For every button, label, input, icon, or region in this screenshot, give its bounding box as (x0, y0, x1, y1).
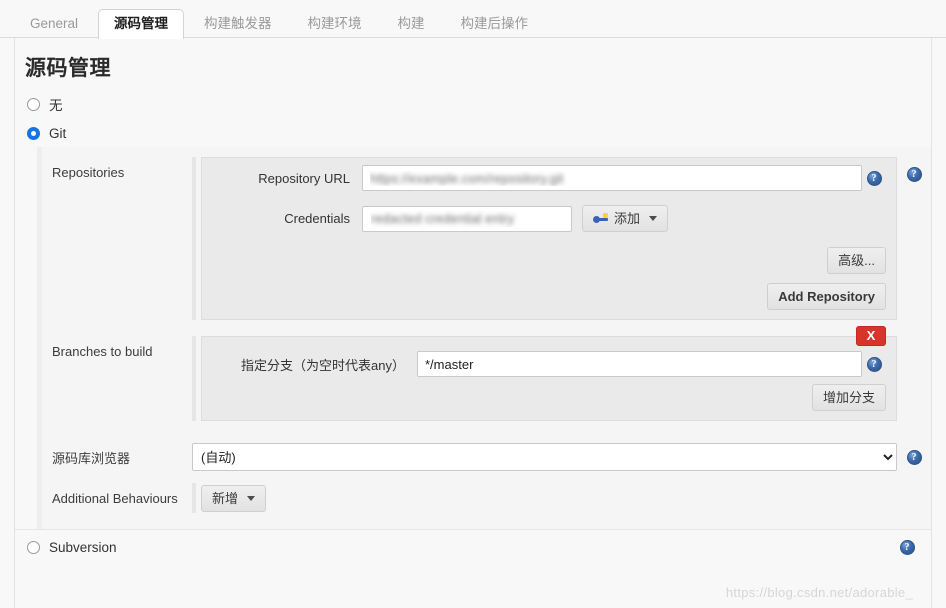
help-icon-branch-specifier[interactable]: ? (866, 356, 882, 372)
repositories-accent-bar (192, 157, 196, 320)
additional-behaviours-label: Additional Behaviours (52, 490, 178, 506)
branches-accent-bar (192, 336, 196, 421)
page-body: 源码管理 无 Git Repositories Repository URL h… (0, 38, 946, 608)
radio-none[interactable] (27, 97, 40, 111)
tab-source-control[interactable]: 源码管理 (98, 8, 185, 39)
help-icon-repository-url[interactable]: ? (866, 170, 882, 186)
repository-browser-row: 源码库浏览器 (自动) ? (42, 437, 931, 477)
scm-option-none-label: 无 (49, 98, 63, 113)
add-repository-row: Add Repository (202, 283, 896, 319)
repositories-panel: Repository URL ? Credentials redacted cr… (201, 157, 897, 320)
branch-specifier-row: 指定分支（为空时代表any） ? (202, 337, 896, 384)
help-icon-repositories[interactable]: ? (906, 167, 922, 182)
credentials-label: Credentials (284, 211, 350, 226)
advanced-button[interactable]: 高级... (827, 247, 886, 274)
tab-build-triggers[interactable]: 构建触发器 (188, 9, 288, 39)
branch-specifier-input[interactable] (417, 351, 862, 377)
add-behaviour-button[interactable]: 新增 (201, 484, 267, 512)
branches-row: Branches to build X 指定分支（为空时代表any） ? 增加分… (42, 326, 931, 421)
add-branch-button[interactable]: 增加分支 (811, 384, 886, 411)
branches-help-wrap (897, 336, 931, 346)
branch-specifier-label: 指定分支（为空时代表any） (241, 357, 405, 373)
branches-panel: X 指定分支（为空时代表any） ? 增加分支 (201, 326, 897, 421)
tab-post-build[interactable]: 构建后操作 (445, 9, 545, 39)
scm-option-subversion[interactable]: Subversion ? (15, 530, 931, 561)
branches-label: Branches to build (52, 344, 153, 359)
scm-option-git-label: Git (49, 126, 67, 141)
page-title: 源码管理 (25, 57, 111, 80)
repository-url-label: Repository URL (258, 170, 350, 186)
add-behaviour-label: 新增 (212, 490, 239, 506)
credentials-row: Credentials redacted credential entry 添加 (202, 198, 896, 239)
repository-url-input[interactable] (362, 165, 862, 191)
chevron-down-icon-behaviour (247, 495, 256, 501)
tab-general[interactable]: General (14, 9, 94, 39)
scm-option-git[interactable]: Git (15, 120, 931, 147)
help-icon-subversion[interactable]: ? (899, 540, 915, 555)
radio-git[interactable] (27, 127, 40, 140)
help-icon-repository-browser[interactable]: ? (906, 449, 922, 465)
advanced-row: 高级... (202, 239, 896, 283)
tab-build-env[interactable]: 构建环境 (292, 9, 378, 39)
watermark: https://blog.csdn.net/adorable_ (725, 585, 913, 600)
git-settings-block: Repositories Repository URL ? Credential… (37, 147, 931, 529)
page-inner: 源码管理 无 Git Repositories Repository URL h… (14, 38, 932, 608)
repositories-help-wrap: ? (897, 157, 931, 182)
additional-behaviours-accent-bar (192, 483, 196, 513)
repository-browser-label: 源码库浏览器 (52, 450, 131, 466)
repository-url-row: Repository URL ? (202, 158, 896, 198)
repository-browser-select[interactable]: (自动) (192, 443, 897, 471)
add-credentials-button[interactable]: 添加 (582, 205, 669, 232)
chevron-down-icon (649, 216, 658, 221)
delete-branch-button[interactable]: X (856, 326, 886, 346)
additional-behaviours-row: Additional Behaviours 新增 (42, 477, 931, 523)
scm-option-subversion-label: Subversion (49, 540, 117, 555)
scm-option-none[interactable]: 无 (15, 88, 931, 120)
radio-subversion[interactable] (27, 541, 40, 554)
credentials-select[interactable]: redacted credential entry (362, 205, 572, 232)
repositories-label: Repositories (52, 165, 125, 180)
add-branch-row: 增加分支 (202, 384, 896, 420)
tab-build[interactable]: 构建 (382, 9, 441, 39)
add-credentials-label: 添加 (614, 211, 641, 226)
add-repository-button[interactable]: Add Repository (767, 283, 886, 310)
key-icon (593, 212, 608, 225)
repository-browser-help-wrap: ? (897, 449, 931, 465)
tab-bar: General 源码管理 构建触发器 构建环境 构建 构建后操作 (0, 0, 946, 39)
repositories-row: Repositories Repository URL ? Credential… (42, 157, 931, 320)
